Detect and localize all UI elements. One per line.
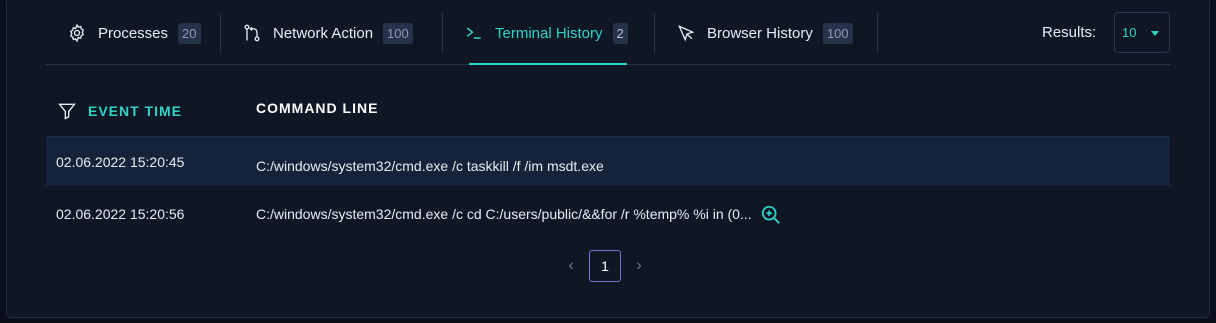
network-branch-icon	[241, 22, 263, 44]
tab-processes-count: 20	[178, 22, 201, 44]
page-button-current[interactable]: 1	[589, 250, 621, 282]
next-page-button[interactable]: ›	[625, 250, 653, 282]
event-time-cell: 02.06.2022 15:20:45	[56, 154, 185, 170]
terminal-icon	[463, 22, 485, 44]
tab-browser-history-count: 100	[822, 22, 853, 44]
event-time-header-label: EVENT TIME	[88, 103, 183, 119]
tab-network-action-label: Network Action	[273, 24, 374, 42]
event-time-cell: 02.06.2022 15:20:56	[56, 206, 185, 222]
tab-terminal-history-count: 2	[612, 22, 628, 44]
tab-browser-history-label: Browser History	[707, 24, 813, 42]
filter-icon[interactable]	[56, 100, 78, 122]
tab-processes[interactable]: Processes 20	[46, 13, 221, 53]
event-time-header[interactable]: EVENT TIME	[56, 100, 182, 122]
previous-page-button[interactable]: ‹	[557, 250, 585, 282]
command-line-header: COMMAND LINE	[256, 100, 379, 116]
tab-divider	[877, 13, 878, 53]
tab-terminal-history[interactable]: Terminal History 2	[443, 13, 648, 53]
tab-network-action[interactable]: Network Action 100	[221, 13, 433, 53]
tab-browser-history[interactable]: Browser History 100	[655, 13, 873, 53]
active-tab-indicator	[469, 63, 627, 65]
results-per-page-select[interactable]: 10	[1114, 12, 1170, 53]
chevron-down-icon	[1151, 31, 1159, 36]
gear-icon	[66, 22, 88, 44]
pagination: ‹ 1 ›	[557, 250, 653, 282]
zoom-in-icon[interactable]	[760, 204, 782, 226]
tab-processes-label: Processes	[98, 24, 169, 42]
table-header: EVENT TIME COMMAND LINE	[46, 92, 1170, 128]
table-row[interactable]: 02.06.2022 15:20:45 C:/windows/system32/…	[46, 136, 1170, 186]
tab-network-action-count: 100	[383, 22, 413, 44]
results-select-value: 10	[1122, 25, 1137, 40]
table-row[interactable]: 02.06.2022 15:20:56 C:/windows/system32/…	[46, 188, 1170, 238]
cursor-pointer-icon	[675, 22, 697, 44]
results-label: Results:	[1042, 24, 1097, 41]
command-line-cell: C:/windows/system32/cmd.exe /c cd C:/use…	[256, 206, 752, 222]
command-line-cell: C:/windows/system32/cmd.exe /c taskkill …	[256, 158, 604, 174]
tab-terminal-history-label: Terminal History	[495, 24, 603, 42]
